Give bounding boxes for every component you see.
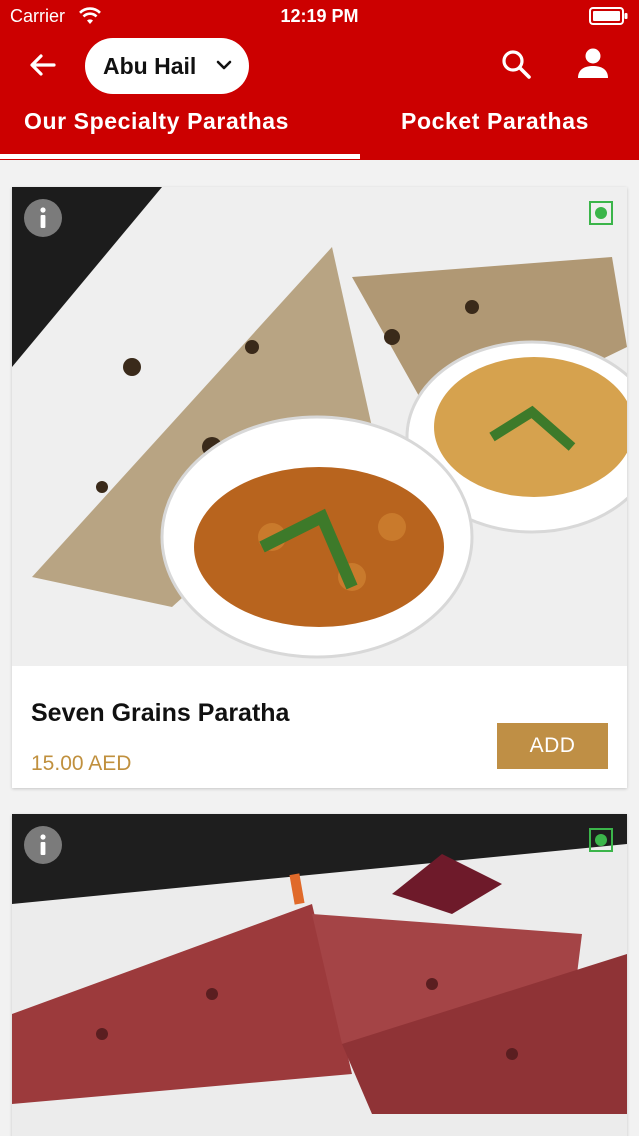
- info-icon[interactable]: [24, 826, 62, 864]
- battery-icon: [589, 7, 628, 25]
- veg-indicator-icon: [589, 201, 613, 225]
- status-bar: Carrier 12:19 PM: [0, 0, 639, 34]
- veg-indicator-icon: [589, 828, 613, 852]
- item-title: Seven Grains Paratha: [31, 699, 290, 727]
- add-button[interactable]: ADD: [497, 723, 608, 769]
- tab-specialty-parathas[interactable]: Our Specialty Parathas: [24, 108, 289, 160]
- nav-row: Abu Hail: [0, 36, 639, 96]
- app-header: Carrier 12:19 PM Abu Hail Our Specialty …: [0, 0, 639, 160]
- user-icon[interactable]: [576, 46, 610, 80]
- menu-item-card[interactable]: [12, 814, 627, 1136]
- menu-item-card[interactable]: Seven Grains Paratha 15.00 AED ADD: [12, 187, 627, 788]
- location-selector[interactable]: Abu Hail: [85, 38, 249, 94]
- food-photo[interactable]: [12, 187, 627, 666]
- info-icon[interactable]: [24, 199, 62, 237]
- search-icon[interactable]: [500, 48, 532, 80]
- active-tab-indicator: [0, 154, 360, 159]
- item-price: 15.00 AED: [31, 752, 132, 775]
- food-photo[interactable]: [12, 814, 627, 1136]
- status-time: 12:19 PM: [280, 6, 359, 26]
- category-tabs: Our Specialty Parathas Pocket Parathas: [0, 108, 639, 160]
- back-arrow-icon[interactable]: [26, 48, 60, 82]
- chevron-down-icon: [216, 60, 232, 70]
- location-label: Abu Hail: [103, 52, 197, 79]
- tab-pocket-parathas[interactable]: Pocket Parathas: [401, 108, 589, 160]
